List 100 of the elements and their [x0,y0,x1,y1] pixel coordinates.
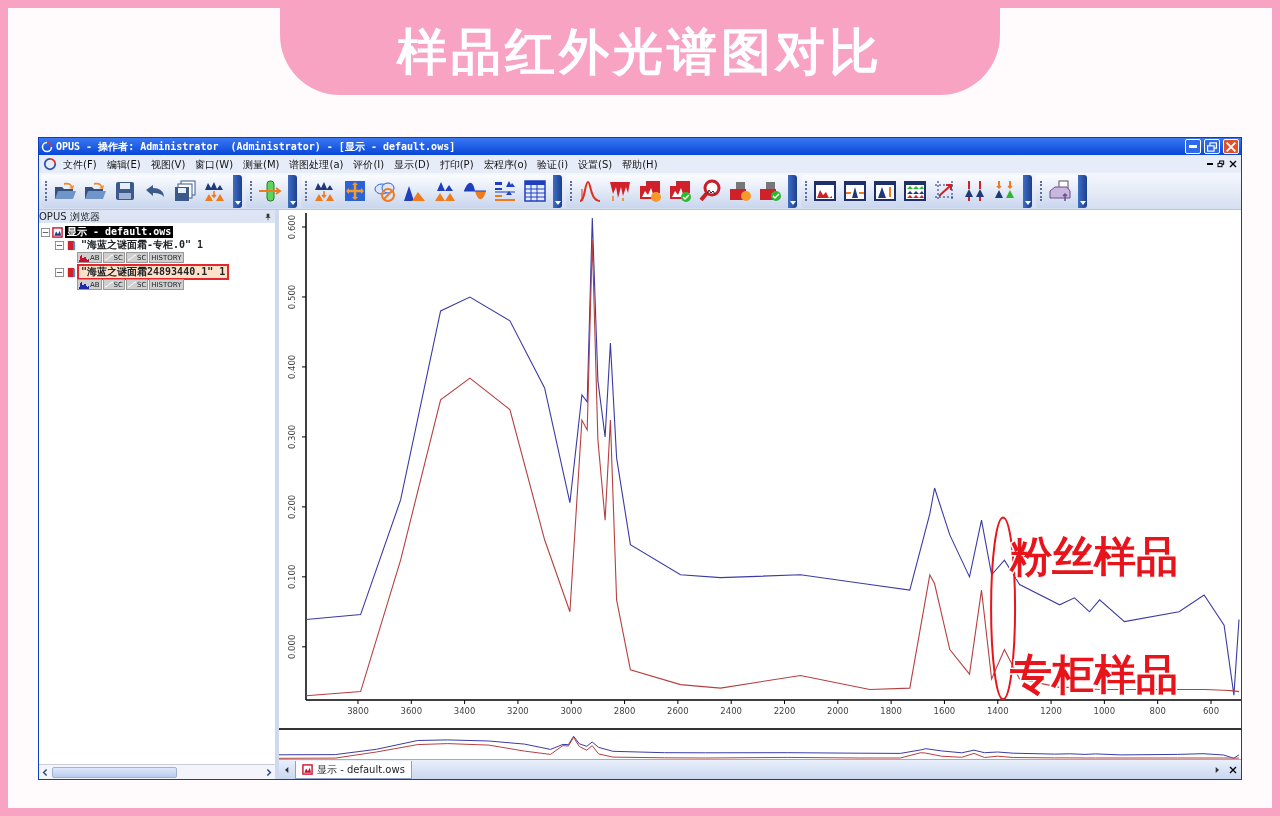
toolbar-options-button[interactable] [788,174,797,208]
close-icon[interactable] [1229,765,1237,774]
expand-arrows-icon[interactable] [343,179,367,203]
swirl-logo-icon[interactable] [43,157,57,171]
x-tick-label: 3400 [453,706,476,716]
minimize-icon [1189,145,1197,148]
y-tick-label: 0.500 [287,284,297,310]
floppy-stack-icon[interactable] [173,179,197,203]
menu-item[interactable]: 宏程序(o) [479,156,532,172]
scroll-right-icon[interactable] [1213,765,1221,774]
menu-item[interactable]: 显示(D) [390,156,434,172]
expand-toggle[interactable] [55,267,64,277]
restore-icon[interactable] [1217,160,1225,168]
expand-toggle[interactable] [41,227,50,237]
x-tick-label: 1800 [880,706,902,716]
close-button[interactable] [1223,139,1239,154]
document-tab[interactable]: 显示 - default.ows [295,760,412,779]
dropdown-caret-icon [289,200,296,205]
toolbar-options-button[interactable] [553,174,562,208]
tree-item[interactable]: "海蓝之谜面霜-专柜.0" 1 [79,239,206,251]
dropdown-caret-icon [1079,200,1086,205]
chart-window-icon[interactable] [813,179,837,203]
menu-item[interactable]: 测量(M) [239,156,284,172]
y-tick-label: 0.200 [287,494,297,520]
scroll-right-icon[interactable] [264,767,273,777]
panel-title: OPUS 浏览器 [39,210,100,224]
menu-item[interactable]: 验证(i) [533,156,573,172]
menu-item[interactable]: 谱图处理(a) [285,156,348,172]
x-tick-label: 1000 [1093,706,1116,716]
centered-peak-window-icon[interactable] [843,179,867,203]
menu-item[interactable]: 文件(F) [59,156,101,172]
tree-item[interactable]: 显示 - default.ows [65,226,174,238]
y-tick-label: 0.400 [287,354,297,380]
y-tick-label: 0.100 [287,564,297,589]
close-icon[interactable] [1229,160,1237,168]
toolbar-options-button[interactable] [1023,174,1032,208]
pin-icon[interactable] [264,212,272,221]
dropdown-caret-icon [789,200,796,205]
overview-drawing[interactable] [279,735,1240,759]
x-tick-label: 2200 [773,706,796,716]
chart-check-icon[interactable] [668,179,692,203]
tree-item[interactable]: "海蓝之谜面霜24893440.1" 1 [79,266,228,278]
menu-item[interactable]: 设置(S) [574,156,617,172]
x-tick-label: 2600 [667,706,689,716]
x-tick-label: 1200 [1040,706,1062,716]
curve-icon [104,254,113,261]
close-icon [1226,141,1236,152]
swirl-logo-icon [41,140,53,153]
expand-toggle[interactable] [55,240,64,250]
scroll-left-icon[interactable] [283,765,291,774]
x-tick-label: 3200 [507,706,529,716]
x-tick-label: 3800 [347,706,369,716]
chart-file-icon [52,226,63,238]
banner-title: 样品红外光谱图对比 [397,21,883,82]
printer-icon[interactable] [1048,179,1072,203]
y-tick-label: 0.600 [287,214,297,240]
curve-icon [104,281,113,288]
curve-icon [127,281,136,288]
x-tick-label: 2800 [613,706,636,716]
restore-icon [1207,141,1217,152]
bell-curve-icon[interactable] [578,179,602,203]
magnifier-icon[interactable] [698,179,722,203]
scroll-left-icon[interactable] [41,767,50,777]
save-icon[interactable] [113,179,137,203]
x-tick-label: 3600 [400,706,423,716]
chart-file-icon [302,763,313,775]
peaks-comb-icon[interactable] [608,179,632,203]
peaks-vertical-arrows-icon[interactable] [963,179,987,203]
minimize-button[interactable] [1185,139,1201,154]
menu-item[interactable]: 打印(P) [435,156,478,172]
dropdown-caret-icon [554,200,561,205]
dropdown-caret-icon [234,200,241,205]
x-tick-label: 600 [1202,706,1220,716]
peak-updown-window-icon[interactable] [873,179,897,203]
test-tube-icon[interactable] [258,179,282,203]
x-tick-label: 800 [1149,706,1166,716]
toolbar-options-button[interactable] [233,174,242,208]
menu-item[interactable]: 视图(V) [146,156,190,172]
toolbar-options-button[interactable] [1078,174,1087,208]
menu-item[interactable]: 评价(I) [349,156,389,172]
x-tick-label: 1400 [986,706,1009,716]
book-icon [66,239,77,251]
x-tick-label: 1600 [933,706,956,716]
stacked-peaks-icon[interactable] [493,179,517,203]
x-tick-label: 2400 [720,706,742,716]
book-icon [66,266,77,278]
cloud-icon[interactable] [373,179,397,203]
stacked-window-icon[interactable] [903,179,927,203]
curve-icon [127,254,136,261]
toolbar-options-button[interactable] [288,174,297,208]
window-title: OPUS - 操作者: Administrator (Administrator) - [显示 - default.ows] [56,139,457,154]
menu-item[interactable]: 帮助(H) [618,156,662,172]
x-tick-label: 2000 [827,706,849,716]
menu-item[interactable]: 编辑(E) [102,156,145,172]
weights-check-icon[interactable] [758,179,782,203]
table-icon[interactable] [523,179,547,203]
restore-button[interactable] [1204,139,1220,154]
x-tick-label: 3000 [560,706,583,716]
scrollbar-thumb[interactable] [52,766,177,778]
menu-item[interactable]: 窗口(W) [191,156,238,172]
